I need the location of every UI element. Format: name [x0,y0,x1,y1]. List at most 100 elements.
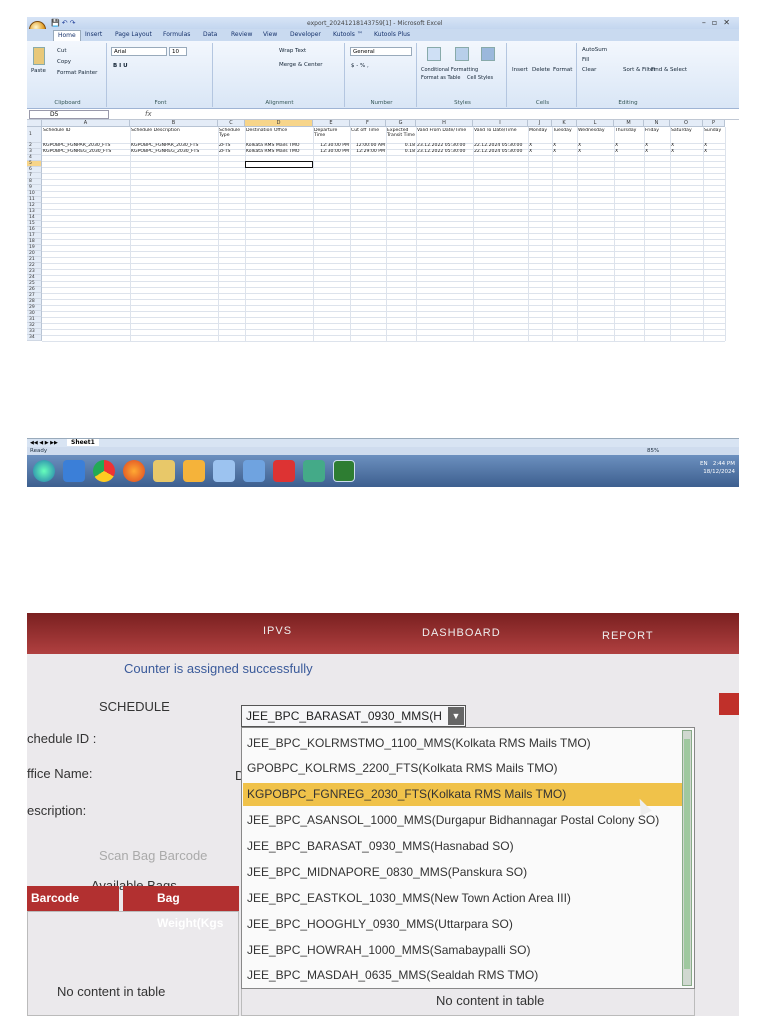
column-header-p[interactable]: P [703,120,725,127]
header-cell[interactable]: Departure Time [314,128,349,143]
column-header-i[interactable]: I [473,120,528,127]
data-cell[interactable]: X [671,149,702,155]
header-cell[interactable]: Cut off Time [351,128,385,143]
app-icon[interactable] [183,460,205,482]
data-cell[interactable]: 22.12.2024 05:30:00 [474,149,527,155]
tab-review[interactable]: Review [231,31,252,38]
row-header-1[interactable]: 1 [27,127,42,143]
nav-report[interactable]: REPORT [602,630,654,642]
nav-dashboard[interactable]: DASHBOARD [422,627,501,639]
header-cell[interactable]: Schedule Type [219,128,244,143]
merge-center-button[interactable]: Merge & Center [279,62,322,68]
select-all-corner[interactable] [27,120,42,127]
schedule-option[interactable]: JEE_BPC_HOWRAH_1000_MMS(Samabaypalli SO) [247,939,679,962]
sheet-tab-sheet1[interactable]: Sheet1 [67,439,99,446]
row-header-34[interactable]: 34 [27,335,42,341]
schedule-select[interactable]: JEE_BPC_BARASAT_0930_MMS(H ▼ [241,705,466,727]
ie-icon[interactable] [63,460,85,482]
header-cell[interactable]: Wednesday [578,128,613,143]
data-cell[interactable]: ZFTS [219,149,244,155]
cut-button[interactable]: Cut [57,48,66,54]
tab-formulas[interactable]: Formulas [163,31,190,38]
delete-cells-button[interactable]: Delete [532,67,550,73]
start-orb-icon[interactable] [33,460,55,482]
calculator-icon[interactable] [213,460,235,482]
data-cell[interactable]: 12:29:00 PM [351,149,385,155]
data-cell[interactable]: X [529,149,551,155]
excel-taskbar-icon[interactable] [333,460,355,482]
header-cell[interactable]: Expected Transit Time [387,128,415,143]
format-table-button[interactable]: Format as Table [421,75,460,81]
find-select-button[interactable]: Find & Select [651,67,687,73]
schedule-option[interactable]: JEE_BPC_BARASAT_0930_MMS(Hasnabad SO) [247,835,679,858]
tab-insert[interactable]: Insert [85,31,102,38]
schedule-option[interactable]: JEE_BPC_MASDAH_0635_MMS(Sealdah RMS TMO) [247,964,679,987]
clock-date[interactable]: 18/12/2024 [703,469,735,475]
column-header-d[interactable]: D [245,120,313,127]
name-box[interactable]: D5 [29,110,109,119]
header-cell[interactable]: Sunday [704,128,724,143]
data-cell[interactable]: KGPOBPC_FGNREG_2030_FTS [43,149,129,155]
data-cell[interactable]: 0.18 [387,149,415,155]
data-cell[interactable]: X [704,149,724,155]
header-cell[interactable]: Schedule Description [131,128,217,143]
column-header-h[interactable]: H [416,120,473,127]
fx-icon[interactable]: fx [145,110,152,118]
window-controls[interactable]: –▫✕ [702,18,736,27]
conditional-formatting-icon[interactable] [427,47,441,61]
cell-styles-button[interactable]: Cell Styles [467,75,493,81]
clear-button[interactable]: Clear [582,67,596,73]
wrap-text-button[interactable]: Wrap Text [279,48,306,54]
network-icon[interactable] [243,460,265,482]
folder-icon[interactable] [153,460,175,482]
spreadsheet-grid[interactable]: A B C D E F G H I J K L M N O P 1 2 3 4 5 6 7 8 9 10 11 12 13 14 15 16 1… [27,120,739,438]
quick-access-toolbar[interactable]: 💾↶↷ [51,19,77,27]
tab-data[interactable]: Data [203,31,217,38]
paste-icon[interactable] [33,47,45,65]
data-cell[interactable]: 12:30:00 PM [314,149,349,155]
column-header-b[interactable]: B [130,120,218,127]
schedule-option-highlighted[interactable]: KGPOBPC_FGNREG_2030_FTS(Kolkata RMS Mail… [243,783,683,806]
header-cell[interactable]: Tuesday [553,128,576,143]
bold-italic-underline[interactable]: B I U [113,63,128,69]
schedule-option[interactable]: JEE_BPC_MIDNAPORE_0830_MMS(Panskura SO) [247,861,679,884]
tab-home[interactable]: Home [53,30,81,41]
header-cell[interactable]: Friday [645,128,669,143]
schedule-option[interactable]: GPOBPC_KOLRMS_2200_FTS(Kolkata RMS Mails… [247,757,679,780]
conditional-formatting-button[interactable]: Conditional Formatting [421,67,478,73]
clock-time[interactable]: 2:44 PM [713,461,735,467]
schedule-option[interactable]: JEE_BPC_HOOGHLY_0930_MMS(Uttarpara SO) [247,913,679,936]
autosum-button[interactable]: AutoSum [582,47,607,53]
schedule-option[interactable]: JEE_BPC_ASANSOL_1000_MMS(Durgapur Bidhan… [247,809,679,832]
number-symbols[interactable]: $ - % , [351,63,369,69]
dropdown-scrollbar[interactable] [682,730,692,986]
tab-kutools[interactable]: Kutools ™ [333,31,363,38]
column-header-l[interactable]: L [577,120,614,127]
schedule-option[interactable]: JEE_BPC_EASTKOL_1030_MMS(New Town Action… [247,887,679,910]
format-cells-button[interactable]: Format [553,67,572,73]
data-cell[interactable]: X [553,149,576,155]
header-cell[interactable]: Schedule ID [43,128,129,143]
tab-view[interactable]: View [263,31,277,38]
schedule-dropdown-list[interactable]: JEE_BPC_KOLRMSTMO_1100_MMS(Kolkata RMS M… [241,727,695,989]
sheet-nav-arrows[interactable]: ◀◀ ◀ ▶ ▶▶ [30,440,58,446]
paste-button[interactable]: Paste [31,68,46,74]
header-cell[interactable]: Monday [529,128,551,143]
column-header-k[interactable]: K [552,120,577,127]
column-header-e[interactable]: E [313,120,350,127]
tab-page-layout[interactable]: Page Layout [115,31,152,38]
fill-button[interactable]: Fill [582,57,589,63]
data-cell[interactable]: X [645,149,669,155]
column-header-n[interactable]: N [644,120,670,127]
data-cell[interactable]: Kolkata RMS Mails TMO [246,149,312,155]
format-table-icon[interactable] [455,47,469,61]
copy-button[interactable]: Copy [57,59,71,65]
data-cell[interactable]: KGPOBPC_FGNREG_2030_FTS [131,149,217,155]
chevron-down-icon[interactable]: ▼ [448,707,464,725]
firefox-icon[interactable] [123,460,145,482]
scrollbar-thumb[interactable] [684,739,690,969]
header-cell[interactable]: Thursday [615,128,643,143]
font-name-select[interactable]: Arial [111,47,167,56]
header-cell[interactable]: Saturday [671,128,702,143]
schedule-option[interactable]: JEE_BPC_KOLRMSTMO_1100_MMS(Kolkata RMS M… [247,732,679,755]
